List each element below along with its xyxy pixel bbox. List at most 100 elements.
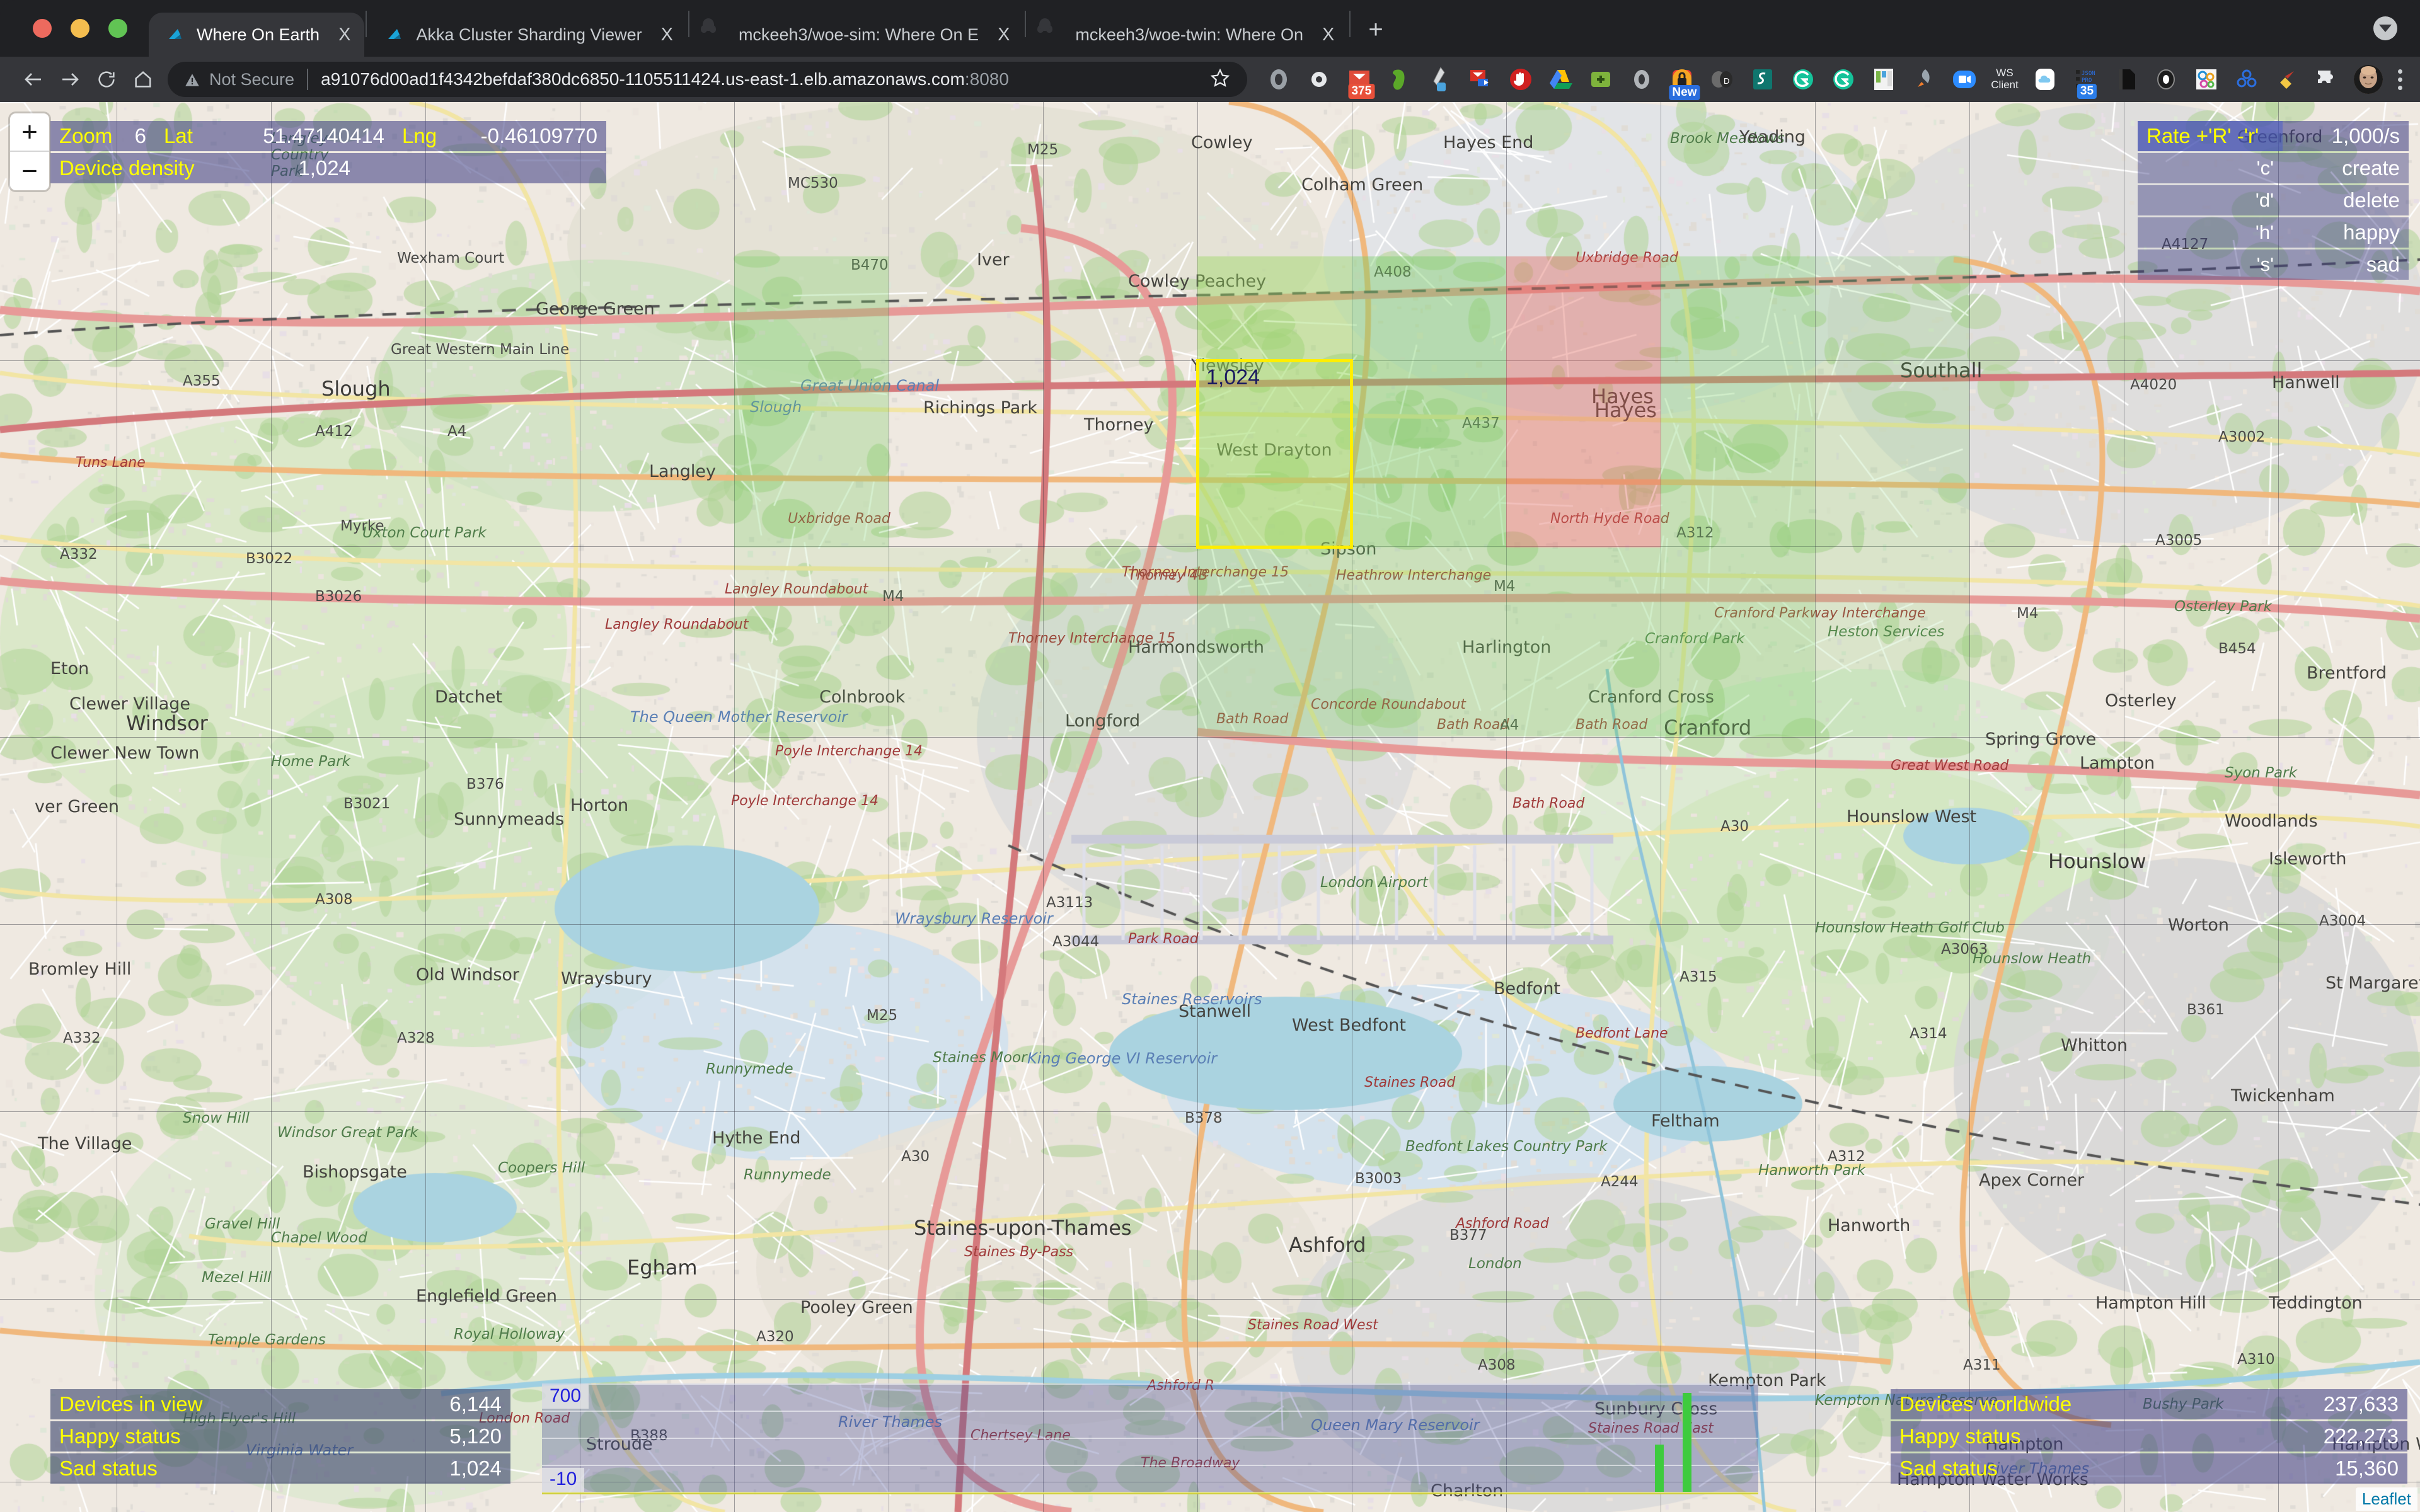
stop-hand-icon[interactable] (1505, 64, 1536, 95)
pen-tool-icon[interactable] (1424, 64, 1456, 95)
dark-pill-icon[interactable]: D (1707, 64, 1738, 95)
lat-label: Lat (164, 124, 193, 147)
map-label: Osterley Park (2174, 598, 2272, 615)
sad-status-view-label: Sad status (59, 1457, 158, 1480)
map-label: Woodlands (2225, 811, 2318, 831)
arrow-right-icon[interactable] (52, 61, 88, 98)
minimize-window-button[interactable] (71, 19, 89, 38)
extensions-bar: 375 New D WS Client JSON PRO 35 (1259, 64, 2405, 100)
density-cell[interactable] (1506, 256, 1661, 547)
map-label: A412 (315, 423, 353, 440)
density-cell[interactable] (734, 547, 1197, 736)
map-label: Lampton (2080, 753, 2155, 773)
tab-close-icon[interactable]: X (998, 25, 1010, 45)
density-cell[interactable] (734, 256, 889, 360)
map-zoom-control[interactable]: + − (10, 113, 49, 190)
leaflet-attribution[interactable]: Leaflet (2355, 1487, 2417, 1511)
map-label: Bath Road (1512, 796, 1585, 812)
google-drive-icon[interactable] (1545, 64, 1577, 95)
density-cell[interactable] (1197, 256, 1352, 360)
grid-line-vertical (1969, 102, 1970, 1512)
tab-close-icon[interactable]: X (338, 25, 350, 45)
gear-icon[interactable] (1303, 64, 1335, 95)
puzzle-piece-icon[interactable] (2312, 64, 2343, 95)
kanban-board-icon[interactable] (1868, 64, 1899, 95)
evernote-elephant-icon[interactable] (1384, 64, 1415, 95)
tab-close-icon[interactable]: X (1322, 25, 1334, 45)
map-label: Windsor Great Park (277, 1124, 418, 1141)
avatar[interactable] (2354, 65, 2383, 94)
teal-s-icon[interactable] (1747, 64, 1778, 95)
kebab-menu-icon[interactable] (2398, 69, 2402, 90)
map-label: Old Windsor (416, 965, 520, 985)
blue-flower-icon[interactable] (2231, 64, 2262, 95)
chart-y-min-label: -10 (542, 1468, 585, 1492)
tab-where-on-earth[interactable]: Where On Earth X (149, 13, 365, 57)
selected-density-cell[interactable]: 1,024 (1196, 359, 1353, 549)
density-cell[interactable] (1352, 256, 1506, 360)
map-label: Richings Park (923, 398, 1037, 418)
address-bar[interactable]: Not Secure a91076d00ad1f4342befdaf380dc6… (168, 62, 1247, 97)
density-cell[interactable] (1352, 360, 1506, 547)
density-cell[interactable] (734, 360, 889, 547)
density-cell[interactable] (1506, 547, 1815, 736)
density-cell[interactable] (1197, 547, 1506, 736)
tab-woe-twin[interactable]: mckeeh3/woe-twin: Where On X (1027, 13, 1348, 57)
dark-page-icon[interactable] (2110, 64, 2141, 95)
chart-x-axis (542, 1492, 1758, 1494)
dark-ring-icon[interactable] (2150, 64, 2182, 95)
zoom-in-button[interactable]: + (10, 113, 49, 152)
rocket-icon[interactable] (1908, 64, 1940, 95)
gray-ring-icon[interactable] (1263, 64, 1294, 95)
map-label: A4020 (2130, 377, 2177, 394)
home-icon[interactable] (125, 61, 161, 98)
tab-akka-cluster-sharding-viewer[interactable]: Akka Cluster Sharding Viewer X (368, 13, 687, 57)
lastpass-lock-icon[interactable]: New (1666, 64, 1700, 100)
reload-icon[interactable] (88, 61, 125, 98)
green-plus-icon[interactable] (1586, 64, 1617, 95)
map-label: Apex Corner (1979, 1171, 2085, 1191)
ws-client-icon[interactable]: WS Client (1989, 64, 2020, 95)
star-icon[interactable] (1198, 67, 1231, 92)
grammarly-g-icon[interactable] (1787, 64, 1819, 95)
map-label: Runnymede (744, 1166, 831, 1183)
not-secure-indicator[interactable]: Not Secure (184, 70, 294, 89)
broom-icon[interactable] (2271, 64, 2303, 95)
map-canvas[interactable]: CowleyLangley Country ParkMC530M25Hayes … (0, 102, 2420, 1512)
arrow-left-icon[interactable] (15, 61, 52, 98)
close-window-button[interactable] (33, 19, 52, 38)
color-circles-icon[interactable] (2191, 64, 2222, 95)
density-cell[interactable] (1815, 256, 1969, 547)
tab-title: Akka Cluster Sharding Viewer (416, 25, 642, 44)
map-label: Egham (627, 1255, 698, 1280)
zoom-camera-icon[interactable] (1949, 64, 1980, 95)
tab-woe-sim[interactable]: mckeeh3/woe-sim: Where On E X (691, 13, 1023, 57)
key-delete-label: 'd' (2255, 189, 2274, 211)
density-cell[interactable] (1661, 256, 1815, 547)
map-label: A3002 (2218, 429, 2266, 446)
map-label: Teddington (2269, 1293, 2363, 1314)
cloud-icon[interactable] (2029, 64, 2061, 95)
map-label: King George VI Reservoir (1027, 1049, 1218, 1067)
mail-down-icon[interactable]: 375 (1344, 64, 1375, 99)
gray-ring-2-icon[interactable] (1626, 64, 1657, 95)
chevron-down-icon[interactable] (2373, 16, 2397, 40)
map-label: Staines Road West (1248, 1317, 1378, 1334)
chart-gridline (542, 1383, 1758, 1385)
zoom-out-button[interactable]: − (10, 152, 49, 190)
density-cell[interactable] (1815, 547, 1969, 736)
sad-status-view-value: 1,024 (449, 1457, 502, 1480)
gmail-icon[interactable] (1465, 64, 1496, 95)
zoom-value: 6 (134, 124, 146, 147)
maximize-window-button[interactable] (108, 19, 127, 38)
grammarly-g2-icon[interactable] (1828, 64, 1859, 95)
grid-line-horizontal (0, 1111, 2420, 1112)
map-label: Hounslow West (1847, 807, 1977, 827)
map-controls-legend: Rate +'R' -'r' 1,000/s 'c' create 'd' de… (2138, 121, 2409, 282)
json-viewer-icon[interactable]: JSON PRO 35 (2070, 64, 2101, 99)
tab-separator (1025, 11, 1027, 37)
happy-status-view-value: 5,120 (449, 1424, 502, 1448)
tab-close-icon[interactable]: X (661, 25, 673, 45)
map-label: Hampton Hill (2095, 1293, 2206, 1314)
new-tab-button[interactable]: + (1352, 16, 1399, 57)
